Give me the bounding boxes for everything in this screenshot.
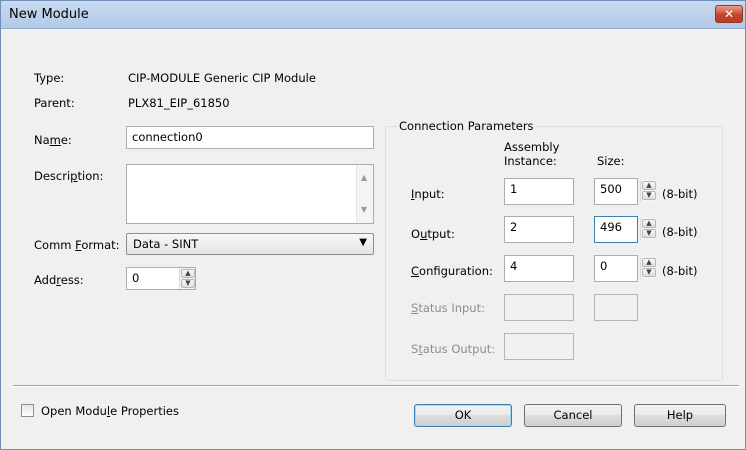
configuration-size-value: 0 xyxy=(600,259,608,273)
comm-format-label: Comm Format: xyxy=(34,238,120,252)
assembly-header-line1: Assembly xyxy=(504,140,560,154)
configuration-instance-field[interactable]: 4 xyxy=(504,255,574,282)
description-field[interactable]: ▲ ▼ xyxy=(126,164,374,224)
spin-up-icon[interactable]: ▲ xyxy=(642,219,656,228)
status-output-label: Status Output: xyxy=(411,342,496,356)
configuration-size-stepper[interactable]: ▲ ▼ xyxy=(640,257,656,279)
spin-down-icon[interactable]: ▼ xyxy=(642,268,656,277)
description-label: Description: xyxy=(34,169,104,183)
description-scrollbar[interactable]: ▲ ▼ xyxy=(356,165,373,223)
size-header: Size: xyxy=(597,154,625,168)
status-input-instance-field xyxy=(504,294,574,321)
ok-button[interactable]: OK xyxy=(414,404,512,427)
window-title: New Module xyxy=(9,7,89,22)
configuration-label: Configuration: xyxy=(411,264,493,278)
output-label: Output: xyxy=(411,227,455,241)
open-module-properties-label[interactable]: Open Module Properties xyxy=(41,404,179,418)
output-size-field[interactable]: 496 xyxy=(594,216,638,243)
output-size-unit: (8-bit) xyxy=(662,225,698,239)
chevron-down-icon: ▼ xyxy=(359,237,367,248)
help-button[interactable]: Help xyxy=(634,404,726,427)
configuration-instance-value: 4 xyxy=(510,259,518,273)
parent-value: PLX81_EIP_61850 xyxy=(128,96,230,110)
close-button[interactable]: ✕ xyxy=(715,5,743,23)
output-instance-field[interactable]: 2 xyxy=(504,216,574,243)
configuration-size-field[interactable]: 0 xyxy=(594,255,638,282)
assembly-header-line2: Instance: xyxy=(504,154,557,168)
scroll-down-icon[interactable]: ▼ xyxy=(361,205,367,214)
output-size-value: 496 xyxy=(600,220,622,234)
new-module-dialog: New Module ✕ Type: CIP-MODULE Generic CI… xyxy=(0,0,746,450)
close-icon: ✕ xyxy=(723,7,735,21)
title-bar[interactable]: New Module ✕ xyxy=(1,1,745,29)
comm-format-select[interactable]: Data - SINT ▼ xyxy=(126,233,374,255)
configuration-size-unit: (8-bit) xyxy=(662,264,698,278)
type-label: Type: xyxy=(34,71,65,85)
spin-up-icon[interactable]: ▲ xyxy=(181,269,195,278)
separator xyxy=(13,385,739,387)
input-size-unit: (8-bit) xyxy=(662,187,698,201)
comm-format-value: Data - SINT xyxy=(133,237,199,251)
parent-label: Parent: xyxy=(34,96,75,110)
spin-down-icon[interactable]: ▼ xyxy=(642,191,656,200)
output-instance-value: 2 xyxy=(510,220,518,234)
spin-down-icon[interactable]: ▼ xyxy=(181,279,195,288)
input-size-value: 500 xyxy=(600,182,622,196)
open-module-properties-checkbox[interactable] xyxy=(21,404,34,417)
status-input-size-field xyxy=(594,294,638,321)
address-stepper[interactable]: ▲ ▼ xyxy=(179,268,195,289)
address-field[interactable]: 0 ▲ ▼ xyxy=(126,267,196,290)
address-label: Address: xyxy=(34,273,84,287)
spin-down-icon[interactable]: ▼ xyxy=(642,229,656,238)
spin-up-icon[interactable]: ▲ xyxy=(642,258,656,267)
input-size-stepper[interactable]: ▲ ▼ xyxy=(640,180,656,202)
input-instance-value: 1 xyxy=(510,182,518,196)
scroll-up-icon[interactable]: ▲ xyxy=(361,173,367,182)
output-size-stepper[interactable]: ▲ ▼ xyxy=(640,218,656,240)
cancel-button[interactable]: Cancel xyxy=(524,404,622,427)
name-field[interactable]: connection0 xyxy=(126,126,374,149)
input-label: Input: xyxy=(411,187,445,201)
input-size-field[interactable]: 500 xyxy=(594,178,638,205)
spin-up-icon[interactable]: ▲ xyxy=(642,181,656,190)
connection-parameters-legend: Connection Parameters xyxy=(397,119,536,133)
type-value: CIP-MODULE Generic CIP Module xyxy=(128,71,316,85)
name-value: connection0 xyxy=(132,130,203,144)
name-label: Name: xyxy=(34,133,72,147)
status-input-label: Status Input: xyxy=(411,301,485,315)
input-instance-field[interactable]: 1 xyxy=(504,178,574,205)
address-value: 0 xyxy=(132,271,140,285)
status-output-instance-field xyxy=(504,333,574,360)
